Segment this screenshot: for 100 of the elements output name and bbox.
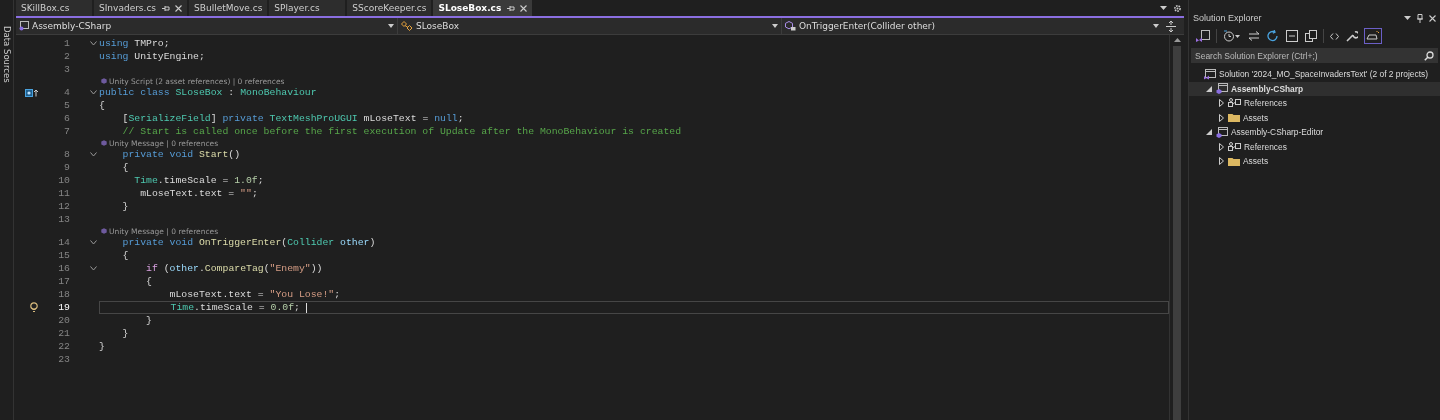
line-number: 1 <box>63 38 70 49</box>
tree-item[interactable]: Assets <box>1189 154 1440 169</box>
dropdown-icon[interactable] <box>1160 6 1167 10</box>
code-line: public class SLoseBox : MonoBehaviour <box>99 87 317 98</box>
line-number: 5 <box>63 100 70 111</box>
code-line: mLoseText.text = "You Lose!"; <box>168 289 341 300</box>
scroll-up-icon[interactable] <box>1173 38 1181 42</box>
search-box[interactable]: Search Solution Explorer (Ctrl+;) <box>1191 48 1438 63</box>
file-tab[interactable]: SScoreKeeper.cs <box>347 0 432 16</box>
solution-icon <box>1204 68 1216 80</box>
code-line: } <box>121 328 129 339</box>
file-tab[interactable]: SPlayer.cs <box>269 0 346 16</box>
vertical-scrollbar[interactable] <box>1169 35 1184 420</box>
caret-icon <box>1153 24 1159 28</box>
project-icon <box>1216 83 1228 95</box>
references-icon <box>1228 98 1241 109</box>
project-dropdown[interactable]: Assembly-CSharp <box>16 18 398 34</box>
references-icon <box>1228 141 1241 152</box>
override-icon[interactable] <box>25 88 38 97</box>
refresh-icon[interactable] <box>1266 28 1280 44</box>
cube-icon <box>101 140 107 146</box>
line-number: 11 <box>57 188 70 199</box>
dropdown-icon[interactable] <box>1404 16 1411 20</box>
method-icon <box>785 21 796 31</box>
file-tab[interactable]: SKillBox.cs <box>16 0 92 16</box>
code-line: private void Start() <box>121 149 241 160</box>
line-number: 8 <box>63 149 70 160</box>
fold-icon[interactable] <box>90 41 97 46</box>
line-number: 18 <box>57 289 70 300</box>
class-icon <box>401 21 413 31</box>
pin-icon[interactable] <box>162 4 171 12</box>
line-number: 2 <box>63 51 70 62</box>
line-number: 6 <box>63 113 70 124</box>
code-line: } <box>99 341 105 352</box>
file-tab[interactable]: SBulletMove.cs <box>189 0 268 16</box>
code-line: Time.timeScale = 1.0f; <box>133 175 264 186</box>
project-icon <box>1216 126 1228 138</box>
collapse-all-icon[interactable] <box>1285 28 1299 44</box>
tree-item[interactable]: Assembly-CSharp-Editor <box>1189 125 1440 140</box>
code-line: { <box>121 250 129 261</box>
line-number: 23 <box>57 354 70 365</box>
file-tab[interactable]: SLoseBox.cs <box>433 0 533 16</box>
line-number: 22 <box>57 341 70 352</box>
code-line: { <box>145 276 152 287</box>
fold-icon[interactable] <box>90 152 97 157</box>
cube-icon <box>101 78 107 84</box>
line-number: 9 <box>63 162 70 173</box>
tree-item[interactable]: Assembly-CSharp <box>1189 81 1440 96</box>
preview-icon[interactable] <box>1364 28 1382 44</box>
pin-icon[interactable] <box>1417 13 1423 23</box>
line-number: 7 <box>63 126 70 137</box>
cube-icon <box>101 228 107 234</box>
code-line: if (other.CompareTag("Enemy")) <box>145 263 323 274</box>
tree-item[interactable]: References <box>1189 96 1440 111</box>
line-number: 13 <box>57 214 70 225</box>
close-icon[interactable] <box>1429 14 1436 22</box>
sync-arrows-icon[interactable] <box>1247 28 1261 44</box>
line-number: 15 <box>57 250 70 261</box>
collapsed-icon[interactable] <box>1218 157 1224 166</box>
search-field[interactable]: Search Solution Explorer (Ctrl+;) <box>1195 50 1424 61</box>
code-line: { <box>99 100 105 111</box>
settings-icon[interactable] <box>1173 3 1182 13</box>
fold-icon[interactable] <box>90 90 97 95</box>
text-caret <box>305 302 307 313</box>
line-number: 10 <box>57 175 70 186</box>
collapsed-icon[interactable] <box>1218 142 1224 151</box>
collapsed-icon[interactable] <box>1218 113 1224 122</box>
clock-icon[interactable] <box>1222 28 1242 44</box>
line-number: 4 <box>63 87 70 98</box>
collapsed-icon[interactable] <box>1218 99 1224 108</box>
split-icon[interactable] <box>1166 20 1176 32</box>
lightbulb-icon[interactable] <box>30 302 38 313</box>
expanded-icon[interactable] <box>1206 129 1212 136</box>
side-tab[interactable]: Data Sources <box>1 26 12 83</box>
line-number: 12 <box>57 201 70 212</box>
close-icon[interactable] <box>175 4 183 12</box>
fold-icon[interactable] <box>90 240 97 245</box>
tree-item[interactable]: Assets <box>1189 110 1440 125</box>
project-icon <box>19 21 29 31</box>
tree-item[interactable]: Solution '2024_MO_SpaceInvadersText' (2 of 2 projects) <box>1189 67 1440 82</box>
code-line: } <box>121 201 129 212</box>
line-number: 17 <box>57 276 70 287</box>
close-icon[interactable] <box>520 4 528 12</box>
class-dropdown[interactable]: SLoseBox <box>398 18 782 34</box>
caret-icon <box>388 24 394 28</box>
search-icon[interactable] <box>1424 50 1434 61</box>
code-line: using TMPro; <box>99 38 170 49</box>
code-line: Time.timeScale = 0.0f; <box>169 302 301 313</box>
line-number: 20 <box>57 315 70 326</box>
line-number: 3 <box>63 64 70 75</box>
expanded-icon[interactable] <box>1206 85 1212 92</box>
fold-icon[interactable] <box>90 266 97 271</box>
file-tab[interactable]: SInvaders.cs <box>94 0 188 16</box>
copy-icon[interactable] <box>1304 28 1318 44</box>
tree-item[interactable]: References <box>1189 139 1440 154</box>
code-line: using UnityEngine; <box>99 51 205 62</box>
member-dropdown[interactable]: OnTriggerEnter(Collider other) <box>782 18 1162 34</box>
pin-icon[interactable] <box>507 4 516 12</box>
folder-icon <box>1228 113 1240 123</box>
line-number: 21 <box>57 328 70 339</box>
